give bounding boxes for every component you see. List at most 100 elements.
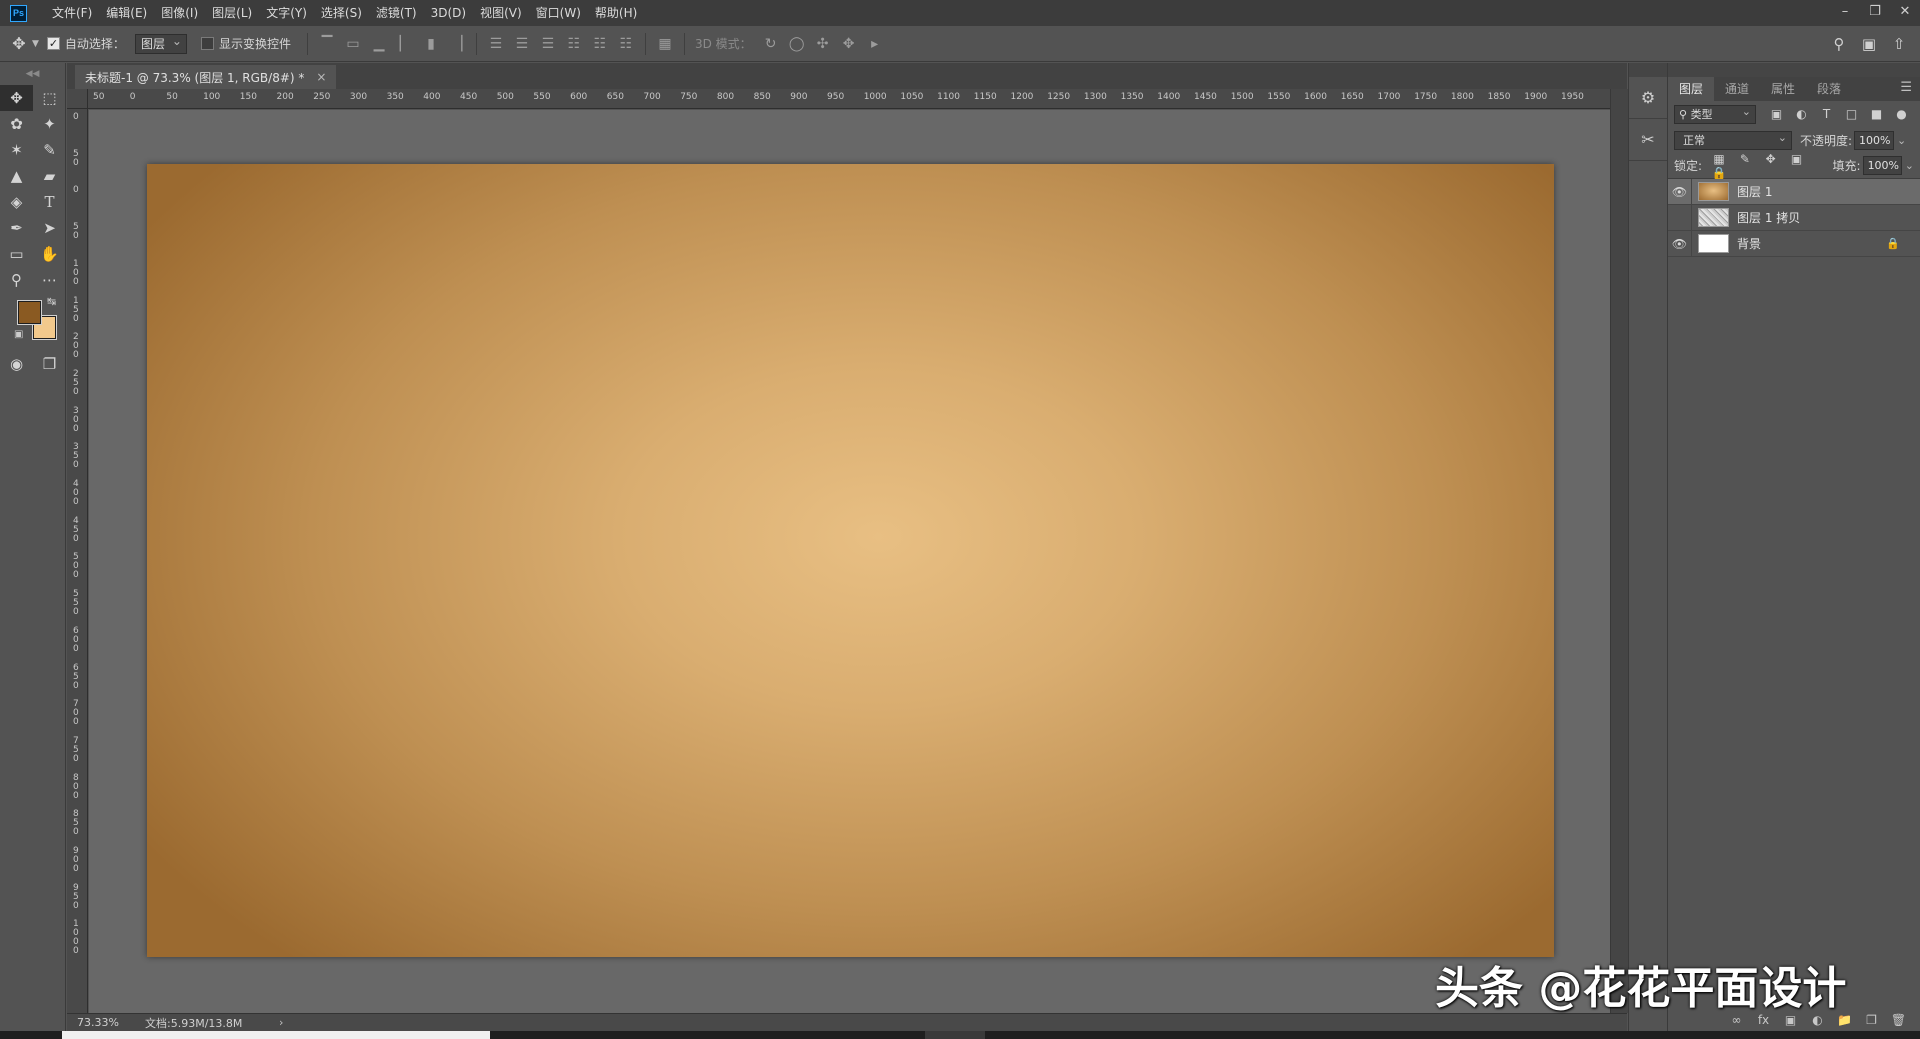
3d-roll-icon[interactable]: ◯ [784,26,810,62]
foreground-color-swatch[interactable] [17,300,42,325]
panel-collapse-icon[interactable]: ◀◀ [0,63,65,85]
distribute-right-icon[interactable]: ☷ [613,26,639,62]
visibility-eye-icon[interactable]: 👁 [1668,204,1692,231]
auto-align-icon[interactable]: ▦ [652,26,678,62]
align-left-icon[interactable]: ▏ [392,26,418,62]
fill-input[interactable]: 100% [1862,156,1902,175]
menu-window[interactable]: 窗口(W) [529,0,588,26]
menu-help[interactable]: 帮助(H) [588,0,644,26]
distribute-left-icon[interactable]: ☷ [561,26,587,62]
menu-edit[interactable]: 编辑(E) [99,0,154,26]
distribute-vcenter-icon[interactable]: ☰ [509,26,535,62]
brush-tool-icon[interactable]: ✎ [33,137,66,163]
ruler-origin[interactable] [67,89,88,109]
taskbar-item[interactable] [62,1031,490,1039]
more-tools-icon[interactable]: ⋯ [33,267,66,293]
align-vcenter-icon[interactable]: ▭ [340,26,366,62]
default-colors-icon[interactable]: ▣ [14,329,23,340]
document-canvas[interactable] [147,164,1554,957]
horizontal-ruler[interactable]: 50 0 50 100 150 200 250 300 350 400 450 500 550 600 65… [88,89,1610,109]
zoom-tool-icon[interactable]: ⚲ [0,267,33,293]
lasso-tool-icon[interactable]: ✿ [0,111,33,137]
tab-layers[interactable]: 图层 [1668,77,1715,101]
workspace-icon[interactable]: ▣ [1854,35,1884,53]
panel-menu-icon[interactable]: ☰ [1900,80,1912,95]
taskbar-item[interactable] [925,1031,985,1039]
menu-select[interactable]: 选择(S) [314,0,369,26]
filter-smart-object-icon[interactable]: ■ [1864,107,1889,121]
menu-filter[interactable]: 滤镜(T) [369,0,424,26]
opacity-input[interactable]: 100% [1854,130,1895,150]
distribute-top-icon[interactable]: ☰ [483,26,509,62]
rectangle-tool-icon[interactable]: ▭ [0,241,33,267]
share-icon[interactable]: ⇧ [1884,35,1914,53]
swap-colors-icon[interactable]: ↹ [47,295,56,308]
layer-thumbnail[interactable] [1698,208,1729,227]
paint-bucket-tool-icon[interactable]: ◈ [0,189,33,215]
panel-grip[interactable] [1668,63,1920,77]
show-transform-checkbox[interactable] [200,37,214,50]
blend-mode-dropdown[interactable]: 正常 [1674,129,1792,150]
3d-pan-icon[interactable]: ✣ [810,26,836,62]
type-tool-icon[interactable]: T [33,189,66,215]
lock-transparent-icon[interactable]: ▦ [1708,152,1730,166]
layer-thumbnail[interactable] [1698,182,1729,201]
opacity-caret-icon[interactable]: ⌄ [1897,134,1906,147]
marquee-tool-icon[interactable]: ⬚ [33,85,66,111]
minimize-icon[interactable]: – [1830,0,1860,22]
menu-view[interactable]: 视图(V) [473,0,529,26]
vertical-scrollbar[interactable] [1610,89,1628,1013]
zoom-level-field[interactable]: 73.33% [67,1016,119,1029]
menu-3d[interactable]: 3D(D) [424,0,473,26]
eraser-tool-icon[interactable]: ▰ [33,163,66,189]
visibility-eye-icon[interactable]: 👁 [1668,178,1692,205]
visibility-eye-icon[interactable]: 👁 [1668,230,1692,257]
magic-wand-tool-icon[interactable]: ✦ [33,111,66,137]
lock-all-icon[interactable]: 🔒 [1708,166,1730,180]
restore-icon[interactable]: ❐ [1860,0,1890,22]
auto-select-checkbox[interactable]: ✓ [46,37,60,50]
layer-filter-dropdown[interactable]: ⚲ 类型 [1674,103,1756,124]
lock-image-icon[interactable]: ✎ [1734,152,1756,166]
tool-presets-icon[interactable]: ✂ [1629,119,1667,161]
tab-paragraph[interactable]: 段落 [1806,77,1852,101]
delete-layer-icon[interactable]: 🗑 [1885,1013,1912,1027]
path-select-tool-icon[interactable]: ➤ [33,215,66,241]
distribute-hcenter-icon[interactable]: ☷ [587,26,613,62]
filter-type-icon[interactable]: T [1814,107,1839,121]
stamp-tool-icon[interactable]: ▲ [0,163,33,189]
align-hcenter-icon[interactable]: ▮ [418,26,444,62]
menu-image[interactable]: 图像(I) [154,0,205,26]
search-icon[interactable]: ⚲ [1824,35,1854,53]
strip-grip[interactable] [1629,63,1667,77]
menu-file[interactable]: 文件(F) [45,0,99,26]
align-top-icon[interactable]: ▔ [314,26,340,62]
layer-thumbnail[interactable] [1698,234,1729,253]
hand-tool-icon[interactable]: ✋ [33,241,66,267]
layer-row[interactable]: 👁 背景 🔒 [1668,230,1920,257]
filter-shape-icon[interactable]: □ [1839,107,1864,121]
layer-name[interactable]: 图层 1 [1737,183,1772,200]
layer-row[interactable]: 👁 图层 1 [1668,178,1920,205]
new-layer-icon[interactable]: ❐ [1858,1013,1885,1027]
filter-adjustment-icon[interactable]: ◐ [1789,107,1814,121]
close-tab-icon[interactable]: × [316,70,326,84]
lock-position-icon[interactable]: ✥ [1760,152,1782,166]
filter-toggle-icon[interactable]: ● [1889,107,1914,121]
fill-caret-icon[interactable]: ⌄ [1905,159,1914,172]
3d-slide-icon[interactable]: ✥ [836,26,862,62]
document-tab[interactable]: 未标题-1 @ 73.3% (图层 1, RGB/8#) * × [75,65,337,89]
move-tool-icon[interactable]: ✥ [0,85,33,111]
3d-scale-icon[interactable]: ▸ [862,26,888,62]
menu-layer[interactable]: 图层(L) [205,0,259,26]
quick-select-tool-icon[interactable]: ✶ [0,137,33,163]
tool-preset-caret-icon[interactable]: ▼ [32,39,39,49]
status-menu-arrow[interactable]: › [279,1016,283,1029]
3d-orbit-icon[interactable]: ↻ [758,26,784,62]
layer-row[interactable]: 👁 图层 1 拷贝 [1668,204,1920,231]
tab-properties[interactable]: 属性 [1760,77,1806,101]
vertical-ruler[interactable]: 0 50 0 50 100 150 200 250 300 350 400 450 500 550 600 6… [67,109,88,1013]
layer-name[interactable]: 图层 1 拷贝 [1737,209,1800,226]
lock-artboard-icon[interactable]: ▣ [1786,152,1808,166]
distribute-bottom-icon[interactable]: ☰ [535,26,561,62]
